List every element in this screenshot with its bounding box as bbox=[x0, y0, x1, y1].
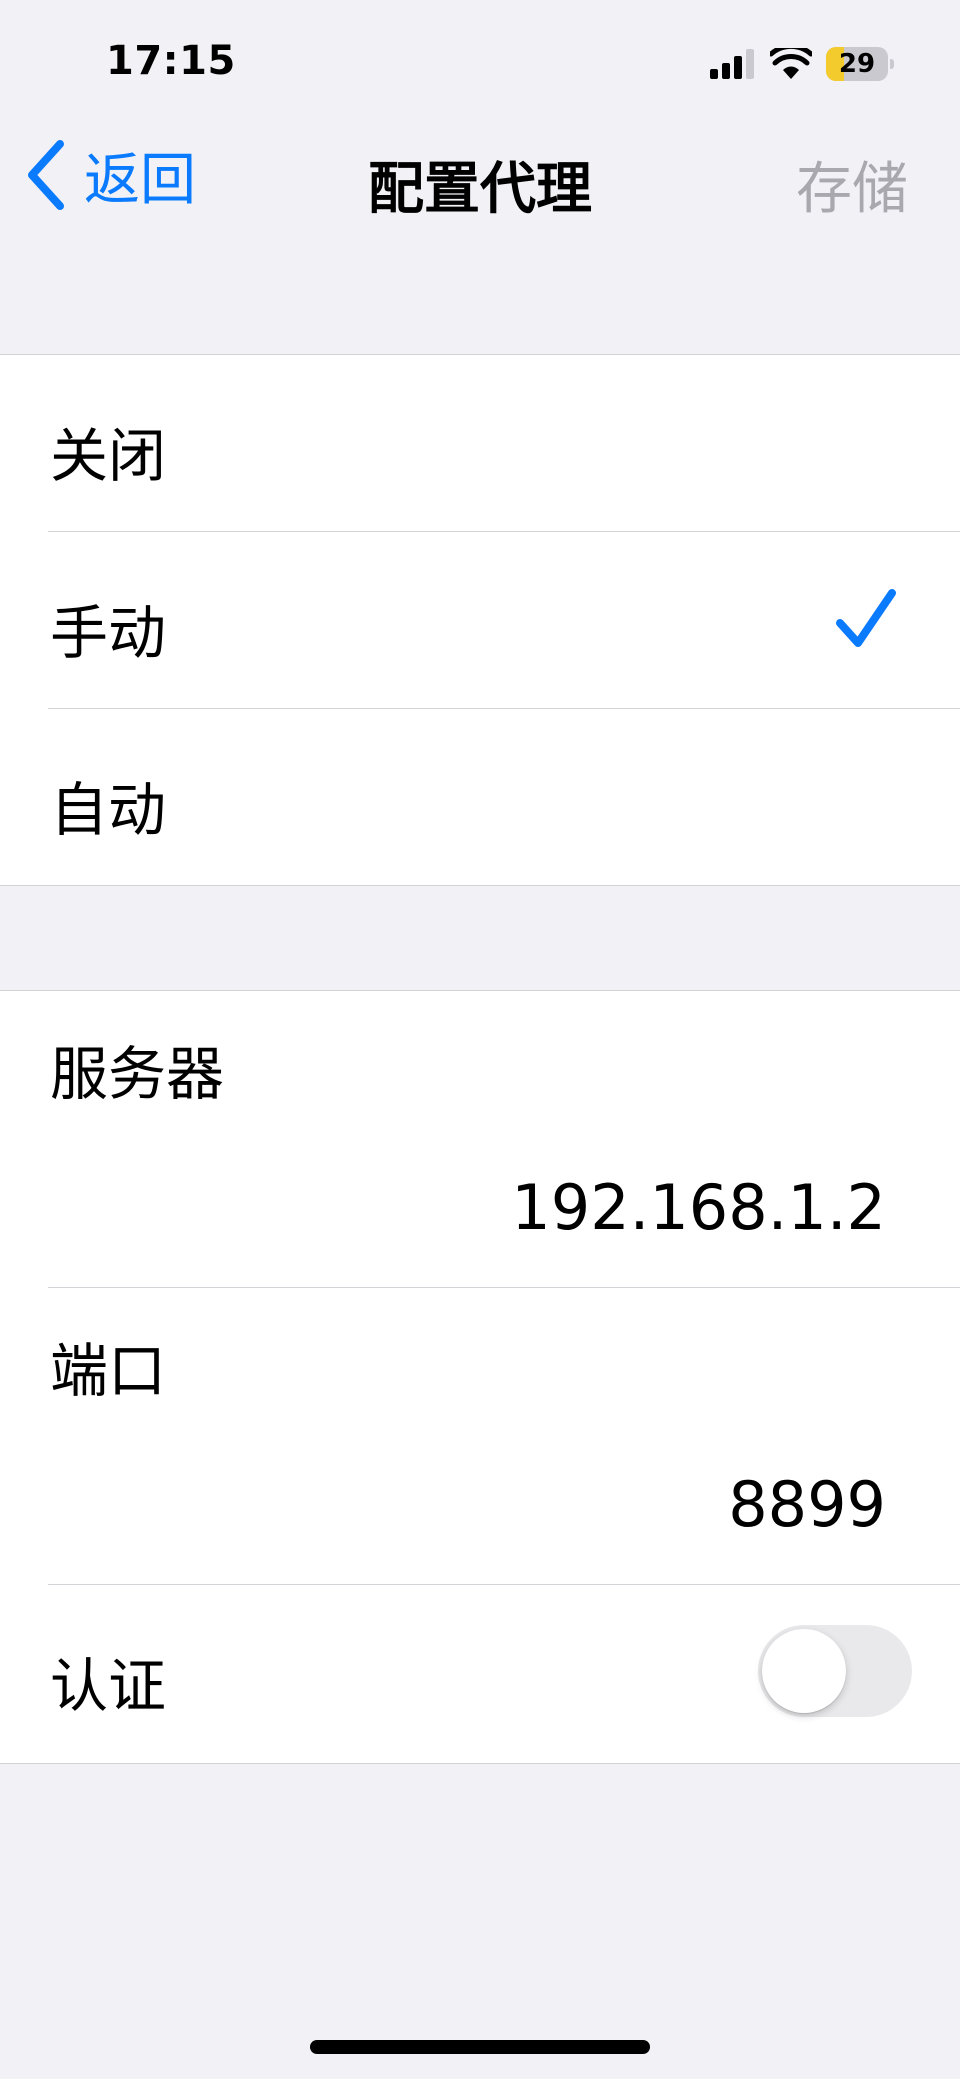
navigation-bar: 返回 配置代理 存储 bbox=[0, 120, 960, 240]
server-value[interactable]: 192.168.1.2 bbox=[511, 1171, 886, 1244]
status-time: 17:15 bbox=[106, 38, 236, 84]
auth-row: 认证 bbox=[48, 1585, 960, 1761]
toggle-knob bbox=[762, 1629, 846, 1713]
home-indicator bbox=[310, 2040, 650, 2054]
status-bar: 17:15 29 bbox=[0, 0, 960, 120]
port-value[interactable]: 8899 bbox=[728, 1468, 886, 1541]
port-label: 端口 bbox=[50, 1337, 167, 1405]
proxy-mode-auto-label: 自动 bbox=[50, 776, 167, 844]
proxy-mode-list: 关闭 手动 自动 bbox=[0, 354, 960, 886]
battery-icon: 29 bbox=[826, 47, 894, 81]
checkmark-icon bbox=[836, 589, 896, 647]
port-row[interactable]: 端口 8899 bbox=[48, 1288, 960, 1585]
proxy-mode-off[interactable]: 关闭 bbox=[48, 355, 960, 532]
proxy-mode-manual-label: 手动 bbox=[50, 599, 167, 667]
save-button[interactable]: 存储 bbox=[796, 144, 908, 225]
wifi-icon bbox=[770, 48, 812, 79]
status-icons: 29 bbox=[710, 45, 894, 83]
proxy-settings-list: 服务器 192.168.1.2 端口 8899 认证 bbox=[0, 990, 960, 1764]
server-label: 服务器 bbox=[50, 1040, 225, 1108]
proxy-mode-manual[interactable]: 手动 bbox=[48, 532, 960, 709]
cellular-signal-icon bbox=[710, 49, 754, 79]
proxy-mode-off-label: 关闭 bbox=[50, 422, 167, 490]
auth-toggle[interactable] bbox=[758, 1625, 912, 1717]
server-row[interactable]: 服务器 192.168.1.2 bbox=[48, 991, 960, 1288]
proxy-mode-auto[interactable]: 自动 bbox=[48, 709, 960, 885]
auth-label: 认证 bbox=[50, 1652, 167, 1720]
battery-level: 29 bbox=[838, 49, 876, 79]
